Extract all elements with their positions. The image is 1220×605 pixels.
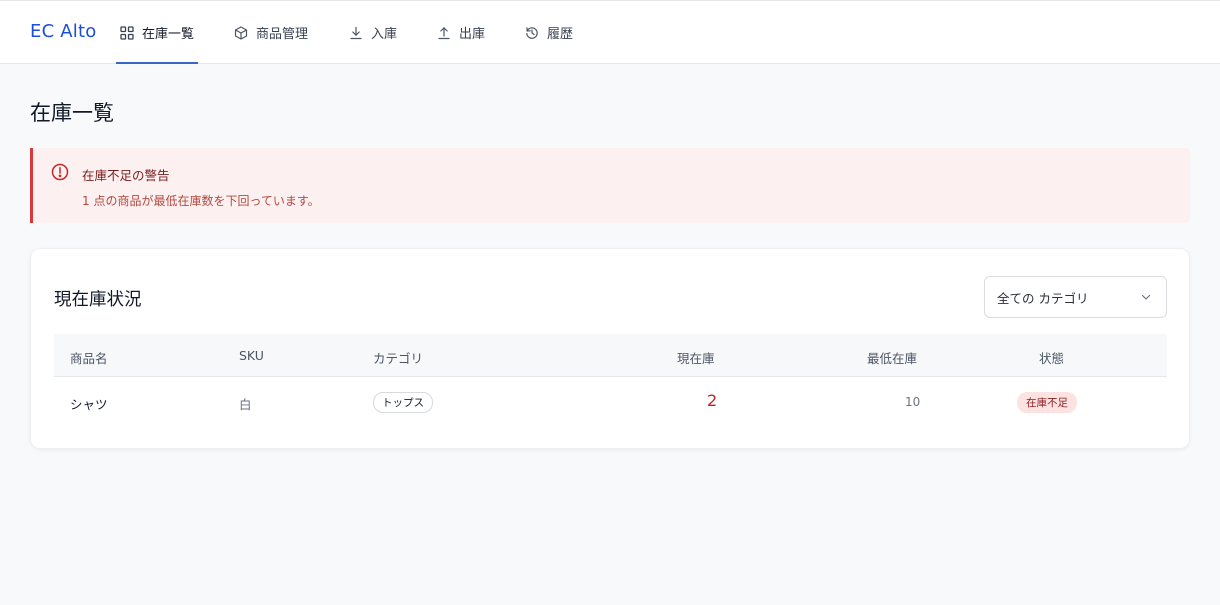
category-tag: トップス <box>373 392 433 413</box>
column-header-min-stock: 最低在庫 <box>867 351 918 366</box>
table-header: 商品名 SKU カテゴリ 現在庫 最低在庫 状態 <box>54 334 1167 377</box>
card-title: 現在庫状況 <box>54 290 142 310</box>
grid-icon <box>120 25 134 40</box>
table-row[interactable]: シャツ 白 トップス 2 10 在庫不足 <box>54 377 1167 427</box>
upload-icon <box>437 26 451 40</box>
tab-product-management[interactable]: 商品管理 <box>234 1 308 64</box>
brand-logo[interactable]: EC Alto <box>30 21 96 42</box>
tab-stock-out-label: 出庫 <box>459 27 486 42</box>
tab-inventory-list-label: 在庫一覧 <box>142 27 195 42</box>
cell-min-stock: 10 <box>905 395 921 409</box>
category-filter-select[interactable]: 全ての カテゴリ <box>984 276 1167 318</box>
tab-inventory-list[interactable]: 在庫一覧 <box>115 1 199 64</box>
column-header-product-name: 商品名 <box>70 351 108 366</box>
alert-message: 1 点の商品が最低在庫数を下回っています。 <box>82 194 320 208</box>
download-icon <box>349 26 363 40</box>
column-header-sku: SKU <box>239 348 264 363</box>
tab-stock-out[interactable]: 出庫 <box>437 1 485 64</box>
status-badge: 在庫不足 <box>1017 392 1077 413</box>
page-title: 在庫一覧 <box>30 101 114 125</box>
inventory-status-card: 現在庫状況 全ての カテゴリ 商品名 SKU カテゴリ 現在庫 最低在庫 状態 … <box>30 248 1190 449</box>
column-header-category: カテゴリ <box>373 351 424 366</box>
column-header-current-stock: 現在庫 <box>677 351 715 366</box>
alert-title: 在庫不足の警告 <box>82 168 170 183</box>
cell-current-stock: 2 <box>707 391 718 410</box>
tab-stock-in-label: 入庫 <box>371 27 398 42</box>
alert-circle-icon <box>51 163 69 181</box>
cell-product-name: シャツ <box>70 397 108 412</box>
box-icon <box>234 25 248 40</box>
column-header-status: 状態 <box>1039 351 1065 366</box>
history-icon <box>525 26 539 40</box>
cell-sku: 白 <box>239 397 252 412</box>
category-filter-value: 全ての カテゴリ <box>997 290 1089 306</box>
tab-stock-in[interactable]: 入庫 <box>349 1 397 64</box>
tab-history-label: 履歴 <box>547 27 574 42</box>
tab-product-management-label: 商品管理 <box>256 27 309 42</box>
chevron-down-icon <box>1140 291 1152 303</box>
low-stock-alert: 在庫不足の警告 1 点の商品が最低在庫数を下回っています。 <box>30 148 1190 223</box>
top-navigation: EC Alto 在庫一覧 商品管理 入庫 出庫 履歴 <box>0 0 1220 64</box>
tab-history[interactable]: 履歴 <box>525 1 573 64</box>
